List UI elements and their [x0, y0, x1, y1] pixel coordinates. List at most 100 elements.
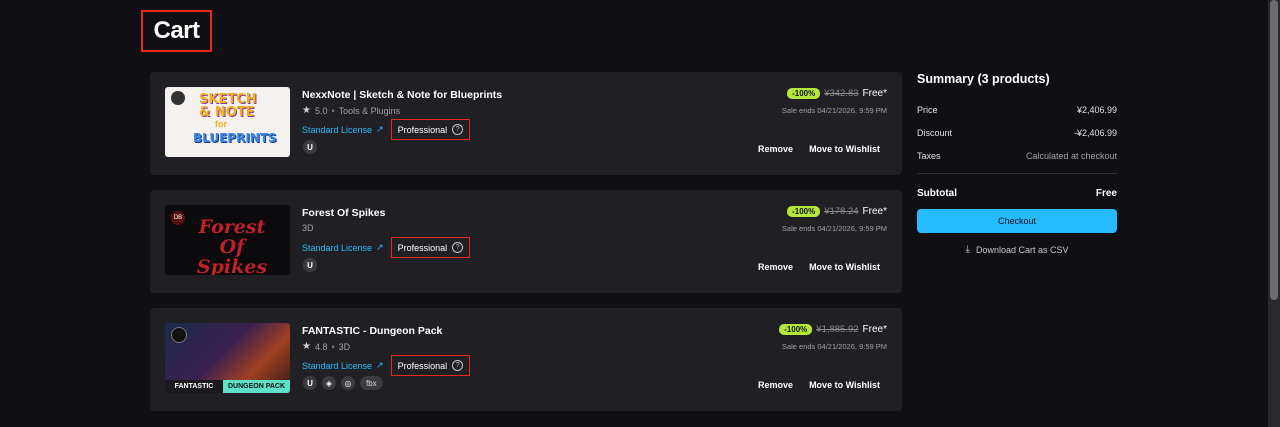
taxes-label: Taxes	[917, 150, 941, 161]
thumbnail-text: FANTASTIC	[165, 380, 223, 393]
external-link-icon: ↗	[376, 124, 384, 134]
sale-price: Free*	[862, 88, 887, 99]
blender-icon: ◎	[341, 376, 355, 390]
unreal-engine-icon: U	[303, 140, 317, 154]
page-title: Cart	[153, 17, 200, 44]
unreal-engine-icon: U	[303, 258, 317, 272]
thumbnail-text: SKETCH & NOTE	[199, 92, 257, 120]
platform-icons: U ◈ ◎ fbx	[303, 376, 383, 390]
checkout-button[interactable]: Checkout	[917, 209, 1117, 233]
scrollbar[interactable]	[1268, 0, 1280, 427]
original-price: ¥342.83	[824, 88, 859, 99]
product-title[interactable]: FANTASTIC - Dungeon Pack	[302, 325, 442, 337]
discount-label: Discount	[917, 127, 953, 138]
move-to-wishlist-button[interactable]: Move to Wishlist	[809, 380, 880, 390]
cart-item: DB Forest Of Spikes Forest Of Spikes 3D S…	[150, 190, 902, 293]
download-cart-csv-button[interactable]: ⤓ Download Cart as CSV	[917, 244, 1117, 255]
product-title[interactable]: Forest Of Spikes	[302, 207, 385, 219]
subtotal-label: Subtotal	[917, 188, 957, 199]
remove-button[interactable]: Remove	[758, 262, 793, 272]
help-icon[interactable]: ?	[452, 124, 464, 135]
thumbnail-text: DUNGEON PACK	[223, 380, 290, 393]
product-meta: 3D	[302, 223, 314, 233]
discount-badge: -100%	[787, 88, 821, 99]
license-type-selector[interactable]: Professional ?	[390, 355, 471, 376]
standard-license-link[interactable]: Standard License ↗	[302, 124, 384, 135]
unity-icon: ◈	[322, 376, 336, 390]
unreal-engine-icon: U	[303, 376, 317, 390]
remove-button[interactable]: Remove	[758, 380, 793, 390]
star-icon: ★	[302, 105, 311, 116]
summary-title: Summary (3 products)	[917, 72, 1050, 86]
sale-price: Free*	[862, 206, 887, 217]
original-price: ¥178.24	[824, 206, 859, 217]
summary-row-subtotal: Subtotal Free	[917, 182, 1117, 205]
product-thumbnail[interactable]: DB Forest Of Spikes	[165, 205, 290, 275]
discount-badge: -100%	[779, 324, 813, 335]
sale-ends-text: Sale ends 04/21/2026, 9:59 PM	[781, 106, 887, 115]
thumbnail-text: for	[215, 119, 227, 129]
product-meta: ★ 4.8 • 3D	[302, 341, 350, 352]
item-actions: Remove Move to Wishlist	[758, 380, 880, 390]
scrollbar-thumb[interactable]	[1270, 0, 1278, 300]
platform-icons: U	[303, 258, 317, 272]
license-type-label: Professional	[397, 124, 448, 135]
rating: 5.0	[314, 105, 328, 116]
license-type-label: Professional	[397, 360, 448, 371]
item-actions: Remove Move to Wishlist	[758, 144, 880, 154]
thumbnail-text: BLUEPRINTS	[193, 131, 277, 145]
sale-ends-text: Sale ends 04/21/2026, 9:59 PM	[781, 342, 887, 351]
separator-dot: •	[331, 105, 335, 116]
move-to-wishlist-button[interactable]: Move to Wishlist	[809, 144, 880, 154]
cart-item: FANTASTIC DUNGEON PACK FANTASTIC - Dunge…	[150, 308, 902, 411]
price-row: -100% ¥178.24 Free*	[787, 206, 887, 217]
star-icon: ★	[302, 341, 311, 352]
external-link-icon: ↗	[376, 360, 384, 370]
publisher-logo: DB	[171, 211, 185, 225]
standard-license-link[interactable]: Standard License ↗	[302, 242, 384, 253]
summary-row-taxes: Taxes Calculated at checkout	[917, 144, 1117, 167]
standard-license-link[interactable]: Standard License ↗	[302, 360, 384, 371]
publisher-logo	[171, 327, 187, 343]
product-meta: ★ 5.0 • Tools & Plugins	[302, 105, 400, 116]
external-link-icon: ↗	[376, 242, 384, 252]
category: 3D	[338, 341, 351, 352]
product-thumbnail[interactable]: SKETCH & NOTE for BLUEPRINTS	[165, 87, 290, 157]
item-actions: Remove Move to Wishlist	[758, 262, 880, 272]
category: 3D	[302, 223, 314, 233]
download-label: Download Cart as CSV	[975, 244, 1069, 255]
product-title[interactable]: NexxNote | Sketch & Note for Blueprints	[302, 89, 502, 101]
order-summary: Summary (3 products) Price ¥2,406.99 Dis…	[917, 72, 1117, 255]
license-row: Standard License ↗ Professional ?	[302, 237, 471, 258]
thumbnail-text: Forest Of Spikes	[196, 216, 268, 275]
price-value: ¥2,406.99	[1076, 104, 1117, 115]
sale-ends-text: Sale ends 04/21/2026, 9:59 PM	[781, 224, 887, 233]
license-type-selector[interactable]: Professional ?	[390, 237, 471, 258]
platform-icons: U	[303, 140, 317, 154]
price-label: Price	[917, 104, 938, 115]
help-icon[interactable]: ?	[452, 242, 464, 253]
license-row: Standard License ↗ Professional ?	[302, 119, 471, 140]
summary-row-discount: Discount -¥2,406.99	[917, 121, 1117, 144]
license-row: Standard License ↗ Professional ?	[302, 355, 471, 376]
taxes-value: Calculated at checkout	[1025, 150, 1117, 161]
license-type-label: Professional	[397, 242, 448, 253]
discount-badge: -100%	[787, 206, 821, 217]
subtotal-value: Free	[1095, 188, 1117, 199]
remove-button[interactable]: Remove	[758, 144, 793, 154]
format-pill: fbx	[360, 376, 383, 390]
page-title-highlight: Cart	[141, 10, 212, 52]
category: Tools & Plugins	[338, 105, 401, 116]
divider	[917, 173, 1117, 174]
price-row: -100% ¥342.83 Free*	[787, 88, 887, 99]
separator-dot: •	[331, 341, 335, 352]
license-type-selector[interactable]: Professional ?	[390, 119, 471, 140]
discount-value: -¥2,406.99	[1073, 127, 1117, 138]
move-to-wishlist-button[interactable]: Move to Wishlist	[809, 262, 880, 272]
price-row: -100% ¥1,885.92 Free*	[779, 324, 887, 335]
download-icon: ⤓	[965, 244, 970, 255]
original-price: ¥1,885.92	[816, 324, 859, 335]
sale-price: Free*	[862, 324, 887, 335]
product-thumbnail[interactable]: FANTASTIC DUNGEON PACK	[165, 323, 290, 393]
help-icon[interactable]: ?	[452, 360, 464, 371]
